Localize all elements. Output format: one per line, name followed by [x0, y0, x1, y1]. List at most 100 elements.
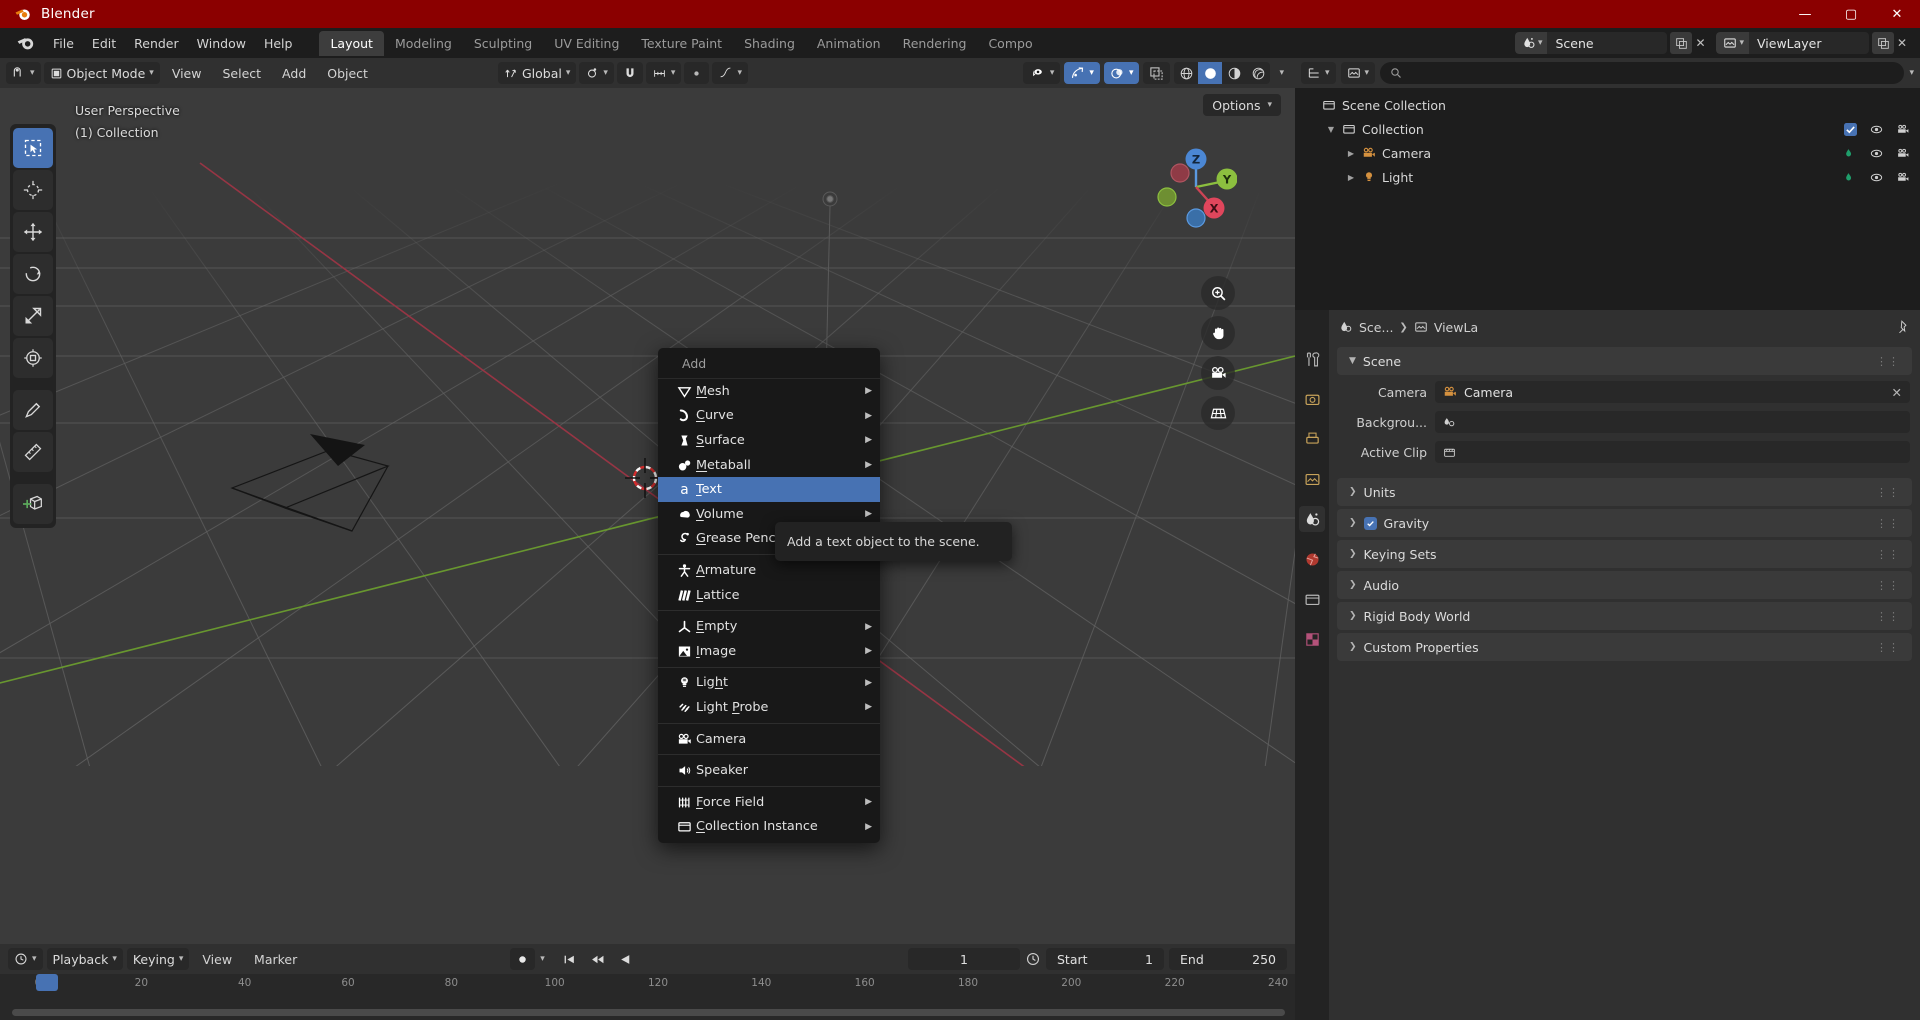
properties-panel-rigid-body-world[interactable]: ❯ Rigid Body World ⋮⋮ [1337, 602, 1912, 630]
timeline-marker-menu[interactable]: Marker [245, 949, 306, 970]
workspace-tab-compositing[interactable]: Compo [977, 31, 1043, 56]
expander-closed-icon[interactable]: ▶ [1343, 149, 1359, 158]
outliner-display-mode[interactable]: ▾ [1340, 62, 1376, 84]
panel-drag-handle[interactable]: ⋮⋮ [1876, 579, 1900, 592]
panel-drag-handle[interactable]: ⋮⋮ [1876, 548, 1900, 561]
editor-type-selector[interactable]: ▾ [6, 62, 41, 84]
properties-panel-units[interactable]: ❯ Units ⋮⋮ [1337, 478, 1912, 506]
add-menu-item-force-field[interactable]: Force Field ▶ [658, 790, 880, 815]
scene-icon[interactable]: ▾ [1514, 32, 1548, 54]
outliner-row-collection[interactable]: ▼ Collection [1295, 117, 1920, 141]
timeline-view-menu[interactable]: View [193, 949, 241, 970]
shading-chevron-down-icon[interactable]: ▾ [1274, 68, 1289, 78]
expander-closed-icon[interactable]: ▶ [1343, 173, 1359, 182]
add-menu-item-metaball[interactable]: Metaball ▶ [658, 453, 880, 478]
workspace-tab-texture-paint[interactable]: Texture Paint [630, 31, 733, 56]
unlink-scene-button[interactable]: ✕ [1692, 36, 1708, 50]
properties-tab-view-layer[interactable] [1299, 466, 1325, 492]
add-menu-item-light[interactable]: Light ▶ [658, 671, 880, 696]
workspace-tab-layout[interactable]: Layout [319, 30, 384, 56]
properties-panel-keying-sets[interactable]: ❯ Keying Sets ⋮⋮ [1337, 540, 1912, 568]
remove-view-layer-button[interactable]: ✕ [1894, 36, 1910, 50]
outliner-tree[interactable]: Scene Collection ▼ Collection ▶ Camera ▶ Light [1295, 88, 1920, 310]
viewport-menu-view[interactable]: View [163, 63, 211, 84]
view-layer-selector[interactable]: ▾ ViewLayer [1716, 32, 1869, 54]
minimize-button[interactable]: — [1782, 0, 1828, 28]
tool-annotate[interactable] [13, 390, 53, 430]
property-clear-button[interactable]: ✕ [1892, 385, 1902, 400]
outliner-row-light[interactable]: ▶ Light [1295, 165, 1920, 189]
properties-tab-output[interactable] [1299, 426, 1325, 452]
scene-selector[interactable]: ▾ Scene [1514, 32, 1668, 54]
outliner-row-scene-collection[interactable]: Scene Collection [1295, 93, 1920, 117]
viewport-options-button[interactable]: Options ▾ [1203, 94, 1281, 116]
current-frame-field[interactable]: 1 [908, 948, 1020, 970]
panel-drag-handle[interactable]: ⋮⋮ [1876, 610, 1900, 623]
timeline-track-area[interactable]: 020406080100120140160180200220240 [0, 974, 1295, 1020]
tool-transform[interactable] [13, 338, 53, 378]
outliner-disable-render-icon[interactable] [1896, 171, 1910, 184]
use-preview-range-icon[interactable] [1025, 951, 1041, 967]
snap-toggle[interactable] [616, 62, 643, 84]
outliner-hide-icon[interactable] [1869, 171, 1884, 184]
outliner-disable-render-icon[interactable] [1896, 147, 1910, 160]
tool-cursor[interactable] [13, 170, 53, 210]
properties-panel-scene[interactable]: ▼ Scene ⋮⋮ [1337, 347, 1912, 375]
shading-rendered-button[interactable] [1246, 62, 1270, 84]
frame-start-field[interactable]: Start 1 [1046, 948, 1164, 970]
properties-panel-gravity[interactable]: ❯ Gravity ⋮⋮ [1337, 509, 1912, 537]
outliner-hide-icon[interactable] [1869, 147, 1884, 160]
properties-panel-audio[interactable]: ❯ Audio ⋮⋮ [1337, 571, 1912, 599]
tool-add-cube[interactable] [13, 484, 53, 524]
tool-move[interactable] [13, 212, 53, 252]
new-scene-button[interactable] [1670, 32, 1693, 54]
shading-solid-button[interactable] [1198, 62, 1223, 84]
auto-keying-chevron-down-icon[interactable]: ▾ [540, 954, 545, 964]
add-menu-item-light-probe[interactable]: Light Probe ▶ [658, 695, 880, 720]
properties-tab-collection[interactable] [1299, 586, 1325, 612]
add-menu-item-surface[interactable]: Surface ▶ [658, 428, 880, 453]
viewport-menu-select[interactable]: Select [213, 63, 270, 84]
panel-drag-handle[interactable]: ⋮⋮ [1876, 641, 1900, 654]
proportional-falloff-selector[interactable]: ▾ [712, 62, 748, 84]
workspace-tab-shading[interactable]: Shading [733, 31, 806, 56]
expander-open-icon[interactable]: ▼ [1323, 125, 1339, 134]
play-reverse-button[interactable] [618, 953, 633, 966]
outliner-hide-icon[interactable] [1869, 123, 1884, 136]
properties-tab-tool[interactable] [1299, 346, 1325, 372]
workspace-tab-modeling[interactable]: Modeling [384, 31, 463, 56]
navigation-gizmo[interactable]: Z Y X [1155, 146, 1237, 228]
blender-menu-logo-icon[interactable] [16, 33, 36, 53]
timeline-playhead[interactable] [36, 974, 58, 991]
shading-wireframe-button[interactable] [1174, 62, 1198, 84]
keying-menu[interactable]: Keying ▾ [126, 948, 190, 970]
properties-tab-world[interactable] [1299, 546, 1325, 572]
add-menu-item-text[interactable]: a Text [658, 477, 880, 502]
jump-to-start-button[interactable] [562, 953, 577, 966]
playback-menu[interactable]: Playback ▾ [46, 948, 123, 970]
toggle-perspective-button[interactable] [1201, 396, 1235, 430]
add-menu-item-image[interactable]: Image ▶ [658, 639, 880, 664]
panel-drag-handle[interactable]: ⋮⋮ [1876, 355, 1900, 368]
proportional-editing-toggle[interactable] [684, 62, 710, 84]
panel-drag-handle[interactable]: ⋮⋮ [1876, 486, 1900, 499]
workspace-tab-sculpting[interactable]: Sculpting [463, 31, 543, 56]
timeline-horizontal-scrollbar[interactable] [12, 1009, 1285, 1016]
close-button[interactable]: ✕ [1874, 0, 1920, 28]
properties-panel-custom-properties[interactable]: ❯ Custom Properties ⋮⋮ [1337, 633, 1912, 661]
property-value-field[interactable] [1435, 441, 1910, 463]
menu-window[interactable]: Window [188, 32, 255, 55]
xray-toggle[interactable] [1143, 62, 1171, 84]
viewport-menu-add[interactable]: Add [273, 63, 315, 84]
pivot-point-selector[interactable]: ▾ [579, 62, 614, 84]
property-value-field[interactable]: Camera ✕ [1435, 381, 1910, 403]
outliner-search-input[interactable] [1380, 62, 1905, 84]
3d-viewport[interactable]: User Perspective (1) Collection Options … [0, 88, 1295, 944]
pin-icon[interactable] [1896, 320, 1910, 334]
snap-settings[interactable]: ▾ [645, 62, 682, 84]
menu-help[interactable]: Help [255, 32, 302, 55]
show-gizmo-toggle[interactable]: ▾ [1064, 62, 1100, 84]
add-menu-item-camera[interactable]: Camera [658, 727, 880, 752]
tool-rotate[interactable] [13, 254, 53, 294]
camera-view-button[interactable] [1201, 356, 1235, 390]
